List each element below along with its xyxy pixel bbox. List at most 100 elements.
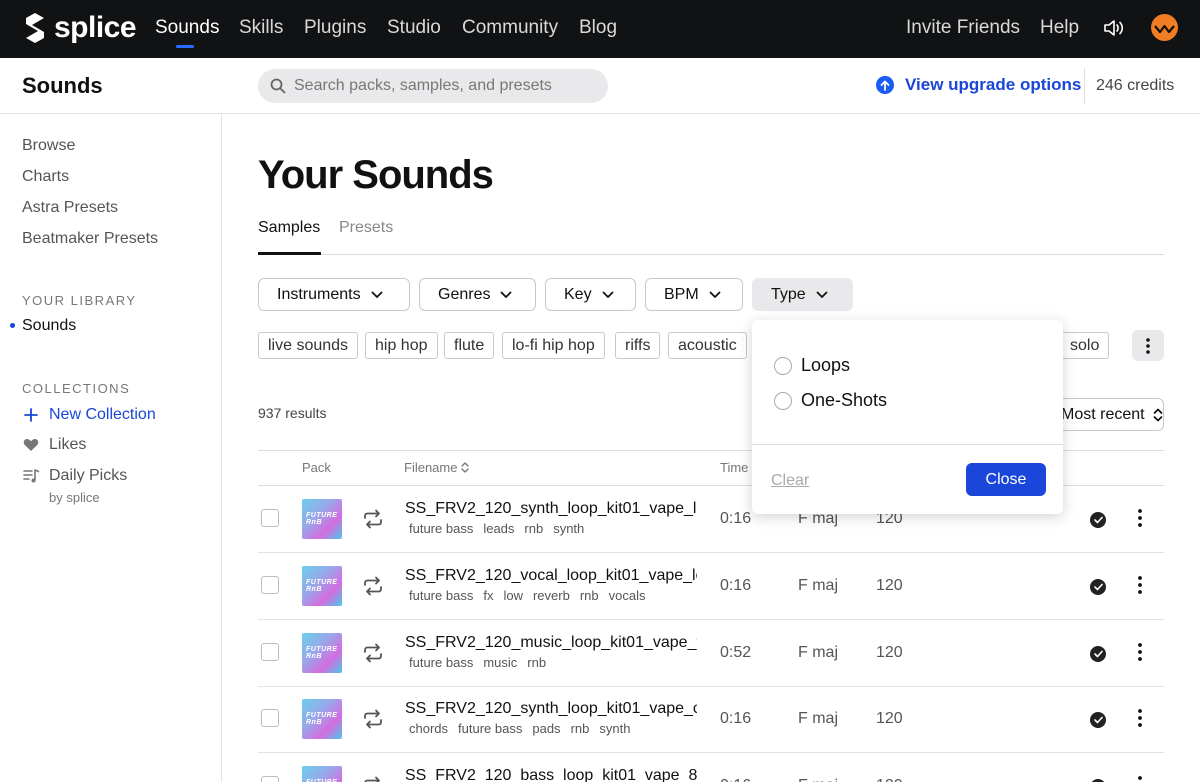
nav-plugins[interactable]: Plugins [304, 17, 366, 39]
tab-presets[interactable]: Presets [339, 218, 393, 238]
sample-tag[interactable]: reverb [533, 588, 570, 603]
filter-type[interactable]: Type [752, 278, 853, 311]
sample-tag[interactable]: future bass [409, 521, 473, 536]
sample-tags: future bass leads rnb synth [409, 521, 697, 536]
sample-tag[interactable]: vocals [609, 588, 646, 603]
sidebar-item-sounds[interactable]: Sounds [22, 317, 76, 335]
sample-filename[interactable]: SS_FRV2_120_synth_loop_kit01_vape_chords [405, 700, 697, 718]
sample-filename[interactable]: SS_FRV2_120_bass_loop_kit01_vape_808 [405, 767, 697, 782]
help-link[interactable]: Help [1040, 17, 1079, 39]
radio-button[interactable] [774, 391, 792, 410]
sample-tag[interactable]: fx [483, 588, 493, 603]
splice-logo[interactable]: splice [22, 11, 137, 45]
invite-friends-link[interactable]: Invite Friends [906, 17, 1020, 39]
tag-riffs[interactable]: riffs [615, 332, 661, 359]
daily-picks-label: Daily Picks [49, 467, 128, 484]
row-checkbox[interactable] [261, 776, 279, 782]
nav-community[interactable]: Community [462, 17, 558, 39]
search-input[interactable] [294, 77, 594, 95]
filter-bpm[interactable]: BPM [645, 278, 743, 311]
view-upgrade-options-link[interactable]: View upgrade options [876, 75, 1081, 95]
user-avatar[interactable] [1151, 14, 1178, 41]
row-menu-icon[interactable] [1138, 643, 1142, 661]
sample-tag[interactable]: leads [483, 521, 514, 536]
clear-button[interactable]: Clear [771, 472, 809, 490]
pack-artwork[interactable]: FUTURE RnB [302, 766, 342, 782]
nav-sounds[interactable]: Sounds [155, 17, 219, 39]
sidebar-item-astra-presets[interactable]: Astra Presets [22, 198, 118, 218]
chevron-down-icon [501, 291, 512, 298]
row-checkbox[interactable] [261, 709, 279, 727]
sidebar-item-charts[interactable]: Charts [22, 167, 69, 187]
sample-tag[interactable]: music [483, 655, 517, 670]
sort-chevrons-icon [461, 462, 470, 473]
filter-genres[interactable]: Genres [419, 278, 536, 311]
sample-tag[interactable]: low [503, 588, 523, 603]
nav-studio[interactable]: Studio [387, 17, 441, 39]
sample-tag[interactable]: future bass [409, 655, 473, 670]
tag-solo[interactable]: solo [1060, 332, 1110, 359]
table-row[interactable]: FUTURE RnB SS_FRV2_120_music_loop_kit01_v… [258, 620, 1164, 687]
tag-hip-hop[interactable]: hip hop [365, 332, 438, 359]
row-menu-icon[interactable] [1138, 576, 1142, 594]
sample-tag[interactable]: pads [532, 721, 560, 736]
sidebar-item-browse[interactable]: Browse [22, 136, 75, 156]
pack-artwork[interactable]: FUTURE RnB [302, 699, 342, 739]
tag-live-sounds[interactable]: live sounds [258, 332, 359, 359]
sample-filename[interactable]: SS_FRV2_120_synth_loop_kit01_vape_leads [405, 500, 697, 518]
brand-name: splice [54, 11, 137, 44]
type-option-loops[interactable]: Loops [774, 355, 850, 376]
row-checkbox[interactable] [261, 643, 279, 661]
sample-duration: 0:52 [720, 644, 752, 661]
more-tags-button[interactable] [1132, 330, 1164, 361]
type-option-one-shots[interactable]: One-Shots [774, 390, 887, 411]
sidebar-item-beatmaker-presets[interactable]: Beatmaker Presets [22, 229, 158, 249]
close-button[interactable]: Close [966, 463, 1046, 496]
sample-tag[interactable]: rnb [580, 588, 599, 603]
tab-samples[interactable]: Samples [258, 218, 320, 238]
chevron-down-icon [709, 291, 721, 298]
sidebar-item-daily-picks[interactable]: Daily Picks [22, 467, 127, 485]
sidebar-item-likes[interactable]: Likes [22, 436, 86, 454]
row-menu-icon[interactable] [1138, 709, 1142, 727]
table-row[interactable]: FUTURE RnB SS_FRV2_120_bass_loop_kit01_va… [258, 753, 1164, 782]
sample-filename[interactable]: SS_FRV2_120_vocal_loop_kit01_vape_low [405, 567, 697, 585]
upgrade-label: View upgrade options [905, 75, 1082, 94]
tag-flute[interactable]: flute [444, 332, 495, 359]
radio-button[interactable] [774, 356, 792, 375]
table-row[interactable]: FUTURE RnB SS_FRV2_120_vocal_loop_kit01_v… [258, 553, 1164, 620]
sample-tag[interactable]: rnb [527, 655, 546, 670]
search-bar[interactable] [258, 69, 608, 103]
nav-blog[interactable]: Blog [579, 17, 617, 39]
pack-artwork[interactable]: FUTURE RnB [302, 566, 342, 606]
tabs-divider [258, 254, 1164, 255]
sample-filename[interactable]: SS_FRV2_120_music_loop_kit01_vape_full [405, 634, 697, 652]
filter-instruments[interactable]: Instruments [258, 278, 410, 311]
sample-duration: 0:16 [720, 710, 752, 727]
arrow-up-circle-icon [876, 76, 894, 94]
sample-tag[interactable]: future bass [409, 588, 473, 603]
table-row[interactable]: FUTURE RnB SS_FRV2_120_synth_loop_kit01_v… [258, 686, 1164, 753]
downloaded-check-icon [1090, 712, 1106, 728]
row-menu-icon[interactable] [1138, 776, 1142, 782]
tag-lofi-hip-hop[interactable]: lo-fi hip hop [502, 332, 605, 359]
pack-artwork[interactable]: FUTURE RnB [302, 633, 342, 673]
tag-acoustic[interactable]: acoustic [668, 332, 747, 359]
column-header-filename[interactable]: Filename [404, 460, 470, 475]
row-checkbox[interactable] [261, 576, 279, 594]
sample-tag[interactable]: rnb [571, 721, 590, 736]
column-header-pack: Pack [302, 460, 331, 475]
filter-key[interactable]: Key [545, 278, 636, 311]
column-header-filename-label: Filename [404, 460, 458, 475]
sample-tag[interactable]: synth [553, 521, 584, 536]
sample-tag[interactable]: rnb [524, 521, 543, 536]
pack-artwork[interactable]: FUTURE RnB [302, 499, 342, 539]
speaker-icon[interactable] [1102, 16, 1126, 40]
row-menu-icon[interactable] [1138, 509, 1142, 527]
sample-tag[interactable]: synth [599, 721, 630, 736]
nav-skills[interactable]: Skills [239, 17, 283, 39]
row-checkbox[interactable] [261, 509, 279, 527]
sample-tag[interactable]: chords [409, 721, 448, 736]
sample-tag[interactable]: future bass [458, 721, 522, 736]
new-collection-button[interactable]: New Collection [22, 406, 156, 424]
